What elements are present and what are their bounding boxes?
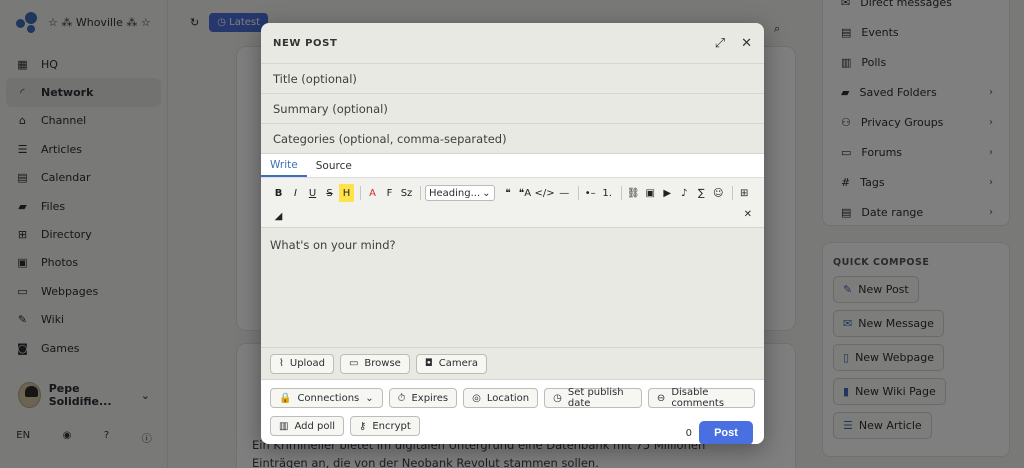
button-label: Camera xyxy=(438,358,478,369)
tab-write[interactable]: Write xyxy=(261,154,307,177)
clock-icon: ◷ xyxy=(553,392,562,404)
character-counter: 0 xyxy=(685,428,692,439)
toolbar-divider xyxy=(731,186,733,200)
post-options: 🔒 Connections ⌄ ⏱ Expires ◎ Location ◷ Set pu… xyxy=(261,380,764,444)
camera-button[interactable]: ◘ Camera xyxy=(415,353,487,374)
audio-icon[interactable]: ♪ xyxy=(677,184,692,202)
encrypt-button[interactable]: ⚷ Encrypt xyxy=(350,416,420,436)
close-toolbar-icon[interactable]: ✕ xyxy=(744,209,752,220)
close-icon[interactable]: ✕ xyxy=(741,36,752,51)
paperclip-icon: ⌇ xyxy=(279,358,284,369)
heading-select-value: Heading... xyxy=(429,187,481,199)
editor-area xyxy=(261,228,764,348)
toolbar-divider xyxy=(360,186,361,200)
title-field-row xyxy=(261,64,764,94)
post-body-textarea[interactable] xyxy=(270,238,755,337)
camera-icon: ◘ xyxy=(424,358,433,369)
button-label: Disable comments xyxy=(671,387,725,409)
editor-tabs: Write Source xyxy=(261,154,764,178)
button-label: Expires xyxy=(411,392,449,404)
title-input[interactable] xyxy=(273,71,764,86)
stopwatch-icon: ⏱ xyxy=(397,392,406,404)
categories-input[interactable] xyxy=(273,131,764,146)
horizontal-rule-button[interactable]: — xyxy=(557,184,572,202)
video-icon[interactable]: ▶ xyxy=(660,184,675,202)
button-label: Set publish date xyxy=(567,387,624,409)
toolbar-divider xyxy=(577,186,579,200)
text-color-button[interactable]: A xyxy=(365,184,380,202)
button-label: Connections xyxy=(297,392,360,404)
table-icon[interactable]: ⊞ xyxy=(737,184,752,202)
button-label: Upload xyxy=(289,358,325,369)
poll-icon: ▥ xyxy=(279,420,289,432)
bullet-list-button[interactable]: •– xyxy=(583,184,598,202)
upload-button[interactable]: ⌇ Upload xyxy=(270,353,334,374)
quote-author-button[interactable]: ❝A xyxy=(518,184,533,202)
image-icon[interactable]: ▣ xyxy=(643,184,658,202)
code-button[interactable]: </> xyxy=(535,184,555,202)
browse-button[interactable]: ▭ Browse xyxy=(339,353,410,374)
modal-title: NEW POST xyxy=(273,37,338,49)
attachment-bar: ⌇ Upload ▭ Browse ◘ Camera xyxy=(261,348,764,380)
tab-source[interactable]: Source xyxy=(307,154,361,177)
button-label: Browse xyxy=(364,358,401,369)
button-label: Add poll xyxy=(294,420,336,432)
summary-field-row xyxy=(261,94,764,124)
set-publish-date-button[interactable]: ◷ Set publish date xyxy=(544,387,642,409)
highlight-button[interactable]: H xyxy=(339,184,354,202)
summary-input[interactable] xyxy=(273,101,764,116)
post-button[interactable]: Post xyxy=(699,421,753,444)
resize-icon[interactable]: ◢ xyxy=(271,207,286,225)
chevron-down-icon: ⌄ xyxy=(482,187,491,199)
chevron-down-icon: ⌄ xyxy=(365,392,374,404)
math-icon[interactable]: ∑ xyxy=(694,184,709,202)
lock-icon: 🔒 xyxy=(279,392,292,404)
button-label: Encrypt xyxy=(372,420,411,432)
italic-button[interactable]: I xyxy=(288,184,303,202)
numbered-list-button[interactable]: 1. xyxy=(600,184,615,202)
disable-comments-button[interactable]: ⊖ Disable comments xyxy=(647,387,755,409)
location-button[interactable]: ◎ Location xyxy=(463,388,539,408)
modal-header: NEW POST ⤢ ✕ xyxy=(261,23,764,64)
modal-header-actions: ⤢ ✕ xyxy=(715,36,752,51)
font-button[interactable]: F xyxy=(382,184,397,202)
connections-button[interactable]: 🔒 Connections ⌄ xyxy=(270,388,383,408)
expires-button[interactable]: ⏱ Expires xyxy=(388,388,458,408)
bold-button[interactable]: B xyxy=(271,184,286,202)
blockquote-button[interactable]: ❝ xyxy=(501,184,516,202)
expand-icon[interactable]: ⤢ xyxy=(715,36,725,51)
toolbar-divider xyxy=(620,186,622,200)
emoji-icon[interactable]: ☺ xyxy=(711,184,726,202)
font-size-button[interactable]: Sz xyxy=(399,184,414,202)
toolbar-divider xyxy=(420,186,421,200)
location-icon: ◎ xyxy=(472,392,481,404)
strikethrough-button[interactable]: S xyxy=(322,184,337,202)
underline-button[interactable]: U xyxy=(305,184,320,202)
categories-field-row xyxy=(261,124,764,154)
button-label: Location xyxy=(486,392,530,404)
drive-icon: ▭ xyxy=(348,358,359,369)
comment-off-icon: ⊖ xyxy=(656,392,666,404)
key-icon: ⚷ xyxy=(359,420,367,432)
heading-select[interactable]: Heading... ⌄ xyxy=(425,185,495,201)
new-post-modal: NEW POST ⤢ ✕ Write Source B I U S H A F … xyxy=(261,23,764,444)
formatting-toolbar: B I U S H A F Sz Heading... ⌄ ❝ ❝A </> — … xyxy=(261,178,764,228)
add-poll-button[interactable]: ▥ Add poll xyxy=(270,416,345,436)
link-icon[interactable]: ⛓ xyxy=(626,184,641,202)
